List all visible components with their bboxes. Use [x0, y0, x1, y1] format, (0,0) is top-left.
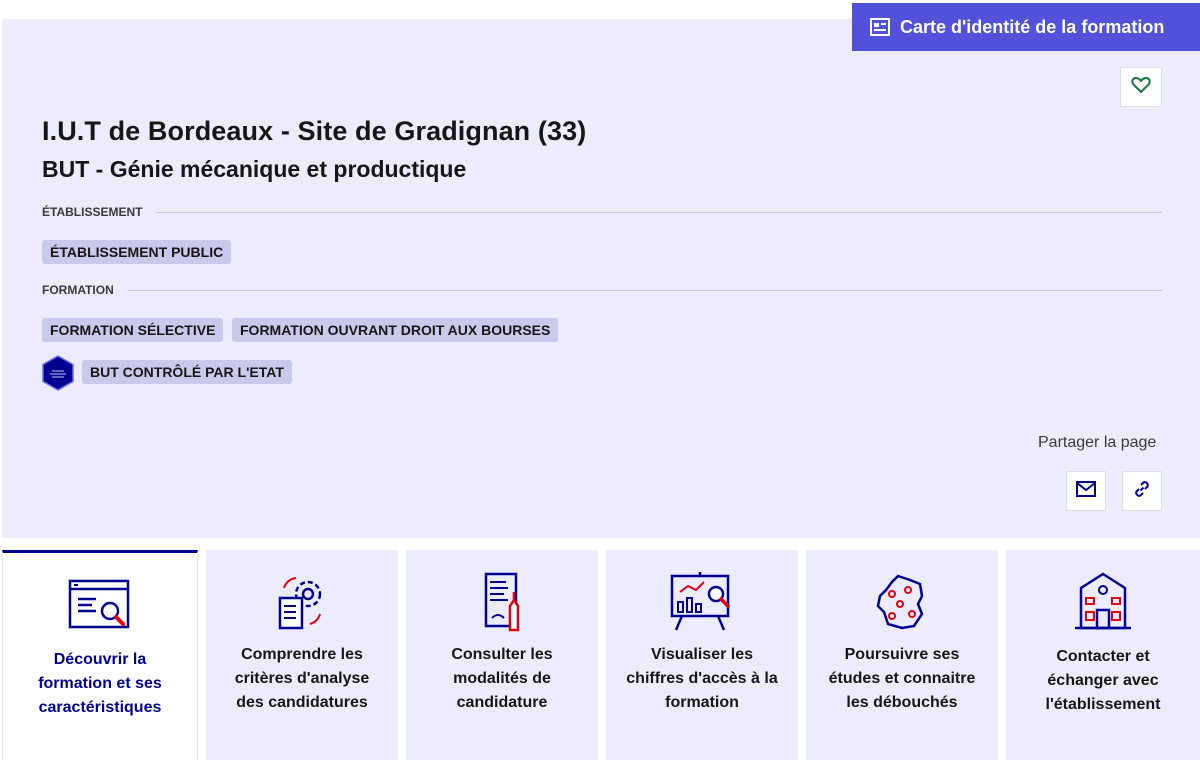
program-name: BUT - Génie mécanique et productique — [42, 156, 467, 182]
tag-formation-selective: FORMATION SÉLECTIVE — [42, 318, 224, 342]
id-card-icon — [870, 18, 890, 36]
share-link-button[interactable] — [1122, 471, 1162, 511]
divider — [127, 289, 1162, 291]
formation-section-label: FORMATION — [42, 283, 1162, 297]
tab-label-line: candidature — [456, 694, 548, 711]
tab-label-line: formation — [665, 694, 739, 711]
tab-label-line: formation et ses — [38, 675, 162, 692]
tab-label-line: Contacter et — [1056, 648, 1150, 665]
tag-droit-bourses: FORMATION OUVRANT DROIT AUX BOURSES — [232, 318, 559, 342]
id-card-button[interactable]: Carte d'identité de la formation — [852, 3, 1200, 51]
id-card-button-label: Carte d'identité de la formation — [900, 16, 1165, 37]
tab-label-line: études et connaitre — [828, 670, 976, 687]
school-name: I.U.T de Bordeaux - Site de Gradignan (3… — [42, 116, 587, 146]
formation-label: FORMATION — [42, 283, 114, 297]
tab-contacter-etablissement[interactable]: Contacter et échanger avec l'établisseme… — [1006, 550, 1200, 760]
tab-decouvrir-formation[interactable]: Découvrir la formation et ses caractéris… — [2, 550, 198, 760]
chart-board-icon — [662, 570, 742, 638]
heart-outline-icon — [1131, 76, 1151, 99]
tag-etablissement-public: ÉTABLISSEMENT PUBLIC — [42, 240, 232, 264]
tab-label-line: Visualiser les — [651, 646, 753, 663]
tab-label-line: Comprendre les — [241, 646, 363, 663]
tab-label-line: l'établissement — [1045, 696, 1161, 713]
tab-label-line: Poursuivre ses — [844, 646, 960, 663]
tab-label-line: des candidatures — [236, 694, 368, 711]
tab-criteres-analyse[interactable]: Comprendre les critères d'analyse des ca… — [206, 550, 398, 760]
etablissement-section-label: ÉTABLISSEMENT — [42, 205, 1162, 219]
tab-label-line: Découvrir la — [53, 651, 147, 668]
tab-label-line: échanger avec — [1047, 672, 1159, 689]
france-map-icon — [862, 570, 942, 638]
mail-icon — [1076, 480, 1096, 502]
formation-hero — [2, 19, 1200, 538]
navigation-cards: Découvrir la formation et ses caractéris… — [2, 550, 1200, 760]
tab-label-line: Consulter les — [451, 646, 553, 663]
tab-label-line: les débouchés — [846, 694, 958, 711]
tab-label-line: chiffres d'accès à la — [626, 670, 778, 687]
tab-poursuite-etudes[interactable]: Poursuivre ses études et connaitre les d… — [806, 550, 998, 760]
tab-label-line: caractéristiques — [38, 699, 162, 716]
state-control-hexagon-icon — [42, 355, 74, 391]
document-pen-icon — [462, 570, 542, 638]
school-building-icon — [1063, 570, 1143, 638]
tab-modalites-candidature[interactable]: Consulter les modalités de candidature — [406, 550, 598, 760]
tab-chiffres-acces[interactable]: Visualiser les chiffres d'accès à la for… — [606, 550, 798, 760]
share-mail-button[interactable] — [1066, 471, 1106, 511]
document-gear-icon — [262, 570, 342, 638]
link-icon — [1132, 479, 1152, 504]
divider — [156, 211, 1162, 213]
etablissement-label: ÉTABLISSEMENT — [42, 205, 143, 219]
tag-but-controle-etat: BUT CONTRÔLÉ PAR L'ETAT — [82, 360, 292, 384]
tab-label-line: modalités de — [453, 670, 551, 687]
share-label: Partager la page — [1038, 434, 1157, 451]
favorite-button[interactable] — [1120, 67, 1162, 107]
tab-label-line: critères d'analyse — [234, 670, 370, 687]
search-document-icon — [60, 573, 140, 641]
